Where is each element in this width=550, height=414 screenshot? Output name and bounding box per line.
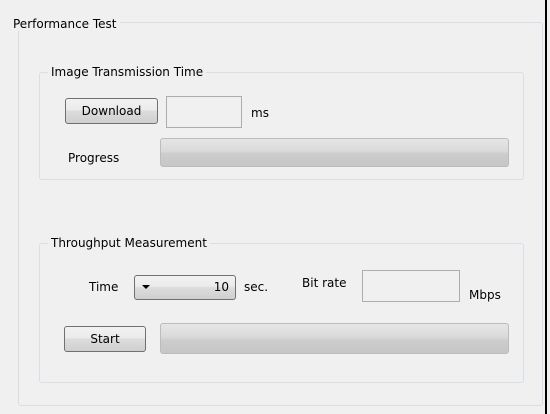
time-select[interactable]: 10 bbox=[134, 275, 236, 300]
start-button[interactable]: Start bbox=[64, 326, 146, 352]
time-select-value: 10 bbox=[213, 280, 229, 294]
time-unit: sec. bbox=[244, 280, 269, 294]
download-button[interactable]: Download bbox=[65, 98, 158, 124]
transmission-time-field[interactable] bbox=[166, 96, 242, 128]
performance-test-title: Performance Test bbox=[10, 17, 120, 31]
throughput-title: Throughput Measurement bbox=[48, 236, 210, 250]
chevron-down-icon[interactable] bbox=[142, 285, 150, 289]
image-transmission-title: Image Transmission Time bbox=[48, 65, 207, 79]
transmission-time-unit: ms bbox=[251, 106, 269, 120]
progress-label: Progress bbox=[68, 151, 120, 165]
bitrate-unit: Mbps bbox=[469, 288, 501, 302]
throughput-group bbox=[39, 243, 524, 383]
download-progress-bar bbox=[160, 138, 509, 167]
throughput-progress-bar bbox=[160, 323, 509, 354]
bitrate-label: Bit rate bbox=[302, 276, 347, 290]
performance-test-window: Performance Test Image Transmission Time… bbox=[0, 0, 547, 414]
time-label: Time bbox=[89, 280, 119, 294]
bitrate-field[interactable] bbox=[362, 270, 460, 302]
